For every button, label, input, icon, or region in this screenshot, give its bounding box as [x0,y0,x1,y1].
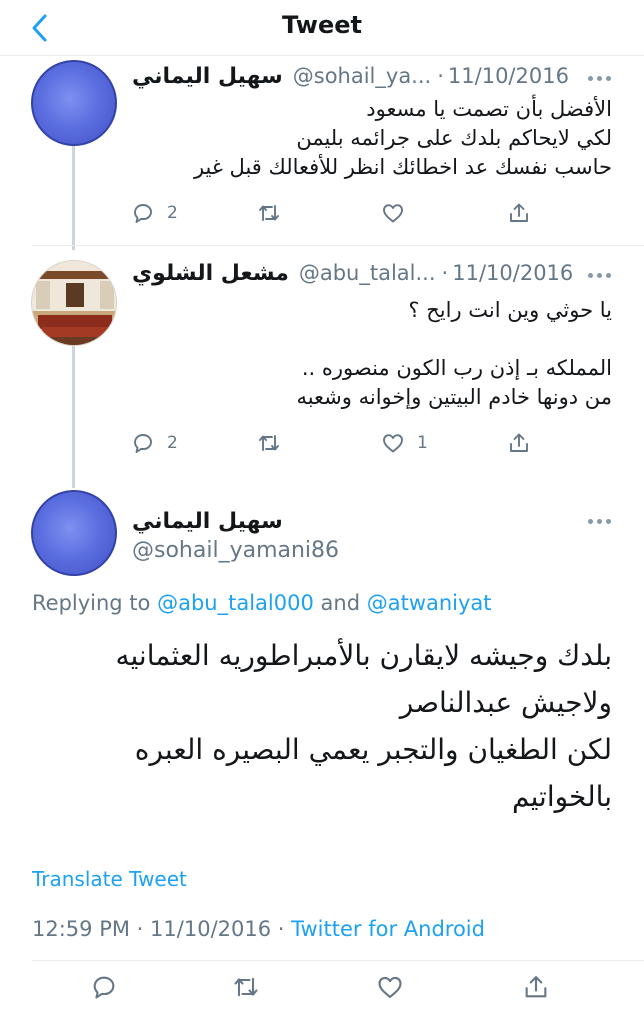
mention-link[interactable]: @abu_talal000 [157,591,314,615]
share-icon [525,976,547,998]
tweet-line: المملكه بـ إذن رب الكون منصوره .. [301,356,612,380]
more-icon[interactable] [588,73,611,83]
translate-tweet-link[interactable]: Translate Tweet [32,867,187,891]
reply-icon [93,976,115,999]
more-icon[interactable] [588,270,611,280]
share-icon [510,433,528,452]
retweet-button[interactable] [257,201,293,225]
tweet-date[interactable]: 11/10/2016 [150,917,271,941]
user-name[interactable]: سهيل اليماني [132,509,283,534]
share-icon [510,203,528,222]
replying-to: Replying to @abu_talal000 and @atwaniyat [32,591,492,615]
thread-line [72,346,75,488]
page-title: Tweet [282,11,362,39]
tweet-meta: 12:59 PM · 11/10/2016 · Twitter for Andr… [32,917,485,941]
reply-button[interactable]: 2 [131,431,178,455]
top-bar: Tweet [0,0,644,56]
tweet-line: من دونها خادم البيتين وإخوانه وشعبه [296,385,612,409]
avatar-image [32,261,116,345]
reply-button[interactable]: 2 [131,201,178,225]
tweet-date[interactable]: 11/10/2016 [452,261,573,285]
divider [32,960,644,961]
retweet-icon [259,435,279,451]
more-icon[interactable] [588,516,611,526]
tweet-line: بلدك وجيشه لايقارن بالأمبراطوريه العثمان… [115,639,612,672]
thread-line [72,146,75,250]
tweet-header: سهيل اليماني @sohail_ya... · 11/10/2016 [132,61,569,91]
retweet-button[interactable] [257,431,293,455]
separator-dot: · [441,261,449,285]
separator-dot: · [277,917,285,941]
like-count: 1 [417,433,428,453]
tweet-text: بلدك وجيشه لايقارن بالأمبراطوريه العثمان… [22,632,612,820]
tweet-date[interactable]: 11/10/2016 [448,64,569,88]
retweet-icon [259,205,279,221]
tweet-line: يا حوثي وين انت رايح ؟ [408,298,612,322]
heart-icon [383,434,403,453]
tweet-line: لكي لايحاكم بلدك على جرائمه بليمن [296,126,612,150]
separator-dot: · [437,64,444,88]
reply-count: 2 [167,203,178,223]
avatar[interactable] [31,490,117,576]
heart-icon [378,976,402,998]
tweet-actions: 2 [131,201,531,231]
heart-icon [383,204,403,223]
tweet-actions: 2 1 [131,431,531,461]
user-handle[interactable]: @sohail_ya... [293,64,431,88]
user-name[interactable]: مشعل الشلوي [132,261,289,286]
tweet-line: حاسب نفسك عد اخطائك انظر للأفعالك قبل غي… [193,155,612,179]
replying-label: Replying to [32,591,151,615]
reply-icon [134,434,152,453]
retweet-button[interactable] [232,973,260,1001]
like-button[interactable] [381,201,417,225]
user-handle[interactable]: @abu_talal... [299,261,436,285]
share-button[interactable] [522,973,550,1001]
divider [32,245,644,246]
like-button[interactable] [376,973,404,1001]
user-handle[interactable]: @sohail_yamani86 [132,538,339,563]
share-button[interactable] [507,431,531,455]
tweet-text: الأفضل بأن تصمت يا مسعود لكي لايحاكم بلد… [194,95,612,182]
avatar[interactable] [31,260,117,346]
tweet-line: لكن الطغيان والتجبر يعمي البصيره العبره [134,733,612,766]
tweet-line: الأفضل بأن تصمت يا مسعود [366,97,612,121]
separator-dot: · [136,917,144,941]
retweet-icon [234,977,258,997]
reply-icon [134,204,152,223]
tweet-header: مشعل الشلوي @abu_talal... · 11/10/2016 [132,258,573,288]
like-button[interactable]: 1 [381,431,428,455]
tweet-time[interactable]: 12:59 PM [32,917,130,941]
reply-button[interactable] [90,973,118,1001]
avatar[interactable] [31,60,117,146]
user-name[interactable]: سهيل اليماني [132,64,283,89]
tweet-line: بالخواتيم [511,780,612,813]
tweet-line [296,325,612,354]
tweet-line: ولاجيش عبدالناصر [399,686,612,719]
replying-and: and [320,591,361,615]
tweet-actions [90,973,570,1003]
tweet-text: يا حوثي وين انت رايح ؟ المملكه بـ إذن رب… [296,296,612,412]
share-button[interactable] [507,201,531,225]
reply-count: 2 [167,433,178,453]
mention-link[interactable]: @atwaniyat [367,591,492,615]
tweet-source[interactable]: Twitter for Android [291,917,485,941]
